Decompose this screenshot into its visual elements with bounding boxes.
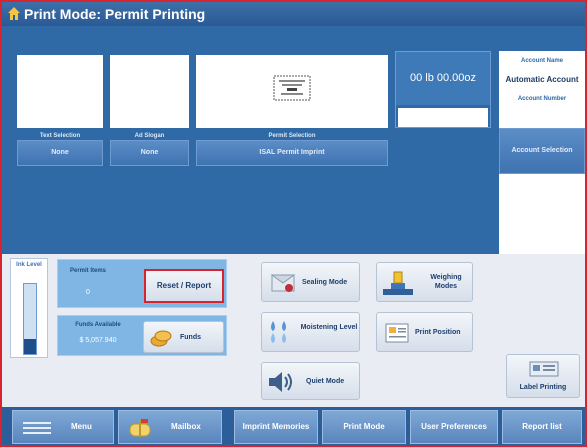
reset-report-button[interactable]: Reset / Report [144, 269, 224, 303]
permit-items-value: 0 [86, 289, 90, 296]
print-position-label: Print Position [415, 329, 461, 336]
permit-imprint-icon [273, 75, 311, 101]
nav-menu-label: Menu [71, 422, 92, 431]
weight-value: 00 lb 00.00oz [396, 52, 490, 105]
account-selection-button[interactable]: Account Selection [499, 128, 585, 174]
water-drops-icon [271, 321, 286, 343]
weighing-modes-button[interactable]: Weighing Modes [376, 262, 473, 302]
account-name: Automatic Account [505, 75, 579, 84]
moistening-level-label: Moistening Level [300, 324, 358, 331]
permit-items-label: Permit Items [69, 268, 106, 274]
funds-available-value: $ 5,057.940 [79, 337, 117, 344]
quiet-mode-label: Quiet Mode [306, 378, 345, 385]
nav-report-list[interactable]: Report list [502, 410, 582, 444]
nav-mailbox-label: Mailbox [171, 422, 201, 431]
page-title: Print Mode: Permit Printing [24, 6, 206, 22]
quiet-mode-button[interactable]: Quiet Mode [261, 362, 360, 400]
home-icon [8, 7, 20, 20]
nav-print-mode[interactable]: Print Mode [322, 410, 406, 444]
ink-level-fill [24, 338, 36, 354]
ad-slogan-caption: Ad Slogan [134, 133, 165, 139]
scale-icon [383, 271, 413, 295]
print-position-icon [385, 323, 409, 343]
moistening-level-button[interactable]: Moistening Level [261, 312, 360, 352]
weighing-modes-label: Weighing Modes [430, 274, 462, 290]
print-position-button[interactable]: Print Position [376, 312, 473, 352]
speaker-icon [269, 372, 292, 392]
permit-selection-caption: Permit Selection [268, 133, 316, 139]
ad-slogan-button[interactable]: None [110, 140, 189, 166]
funds-available-label: Funds Available [75, 322, 121, 328]
print-mode-window: Print Mode: Permit Printing Text Selecti… [0, 0, 587, 447]
weight-display: 00 lb 00.00oz [395, 51, 491, 128]
menu-icon [23, 422, 51, 434]
ink-level-bar [23, 283, 37, 355]
permit-selection-preview [196, 55, 388, 128]
weight-secondary-field [398, 108, 488, 127]
coins-icon [150, 330, 172, 347]
sealing-icon [270, 274, 296, 292]
nav-mailbox[interactable]: Mailbox [118, 410, 222, 444]
bottom-navigation: Menu Mailbox Imprint Memories Print Mode… [2, 407, 585, 445]
text-selection-button[interactable]: None [17, 140, 103, 166]
nav-imprint-memories[interactable]: Imprint Memories [234, 410, 318, 444]
funds-button[interactable]: Funds [143, 321, 224, 353]
account-number-label: Account Number [517, 96, 567, 102]
nav-menu[interactable]: Menu [12, 410, 114, 444]
title-bar: Print Mode: Permit Printing [2, 2, 585, 26]
text-selection-preview [17, 55, 103, 128]
text-selection-caption: Text Selection [39, 133, 81, 139]
sealing-mode-label: Sealing Mode [302, 279, 348, 286]
funds-button-label: Funds [180, 334, 201, 341]
mailbox-icon [129, 419, 151, 437]
label-printing-button[interactable]: Label Printing [506, 354, 580, 398]
ink-level-label: Ink Level [16, 262, 42, 268]
account-name-label: Account Name [520, 58, 563, 64]
label-icon [529, 361, 559, 377]
permit-selection-button[interactable]: ISAL Permit Imprint [196, 140, 388, 166]
sealing-mode-button[interactable]: Sealing Mode [261, 262, 360, 302]
ad-slogan-preview [110, 55, 189, 128]
nav-user-preferences[interactable]: User Preferences [410, 410, 498, 444]
label-printing-label: Label Printing [519, 384, 567, 391]
ink-level-gauge: Ink Level [10, 258, 48, 358]
